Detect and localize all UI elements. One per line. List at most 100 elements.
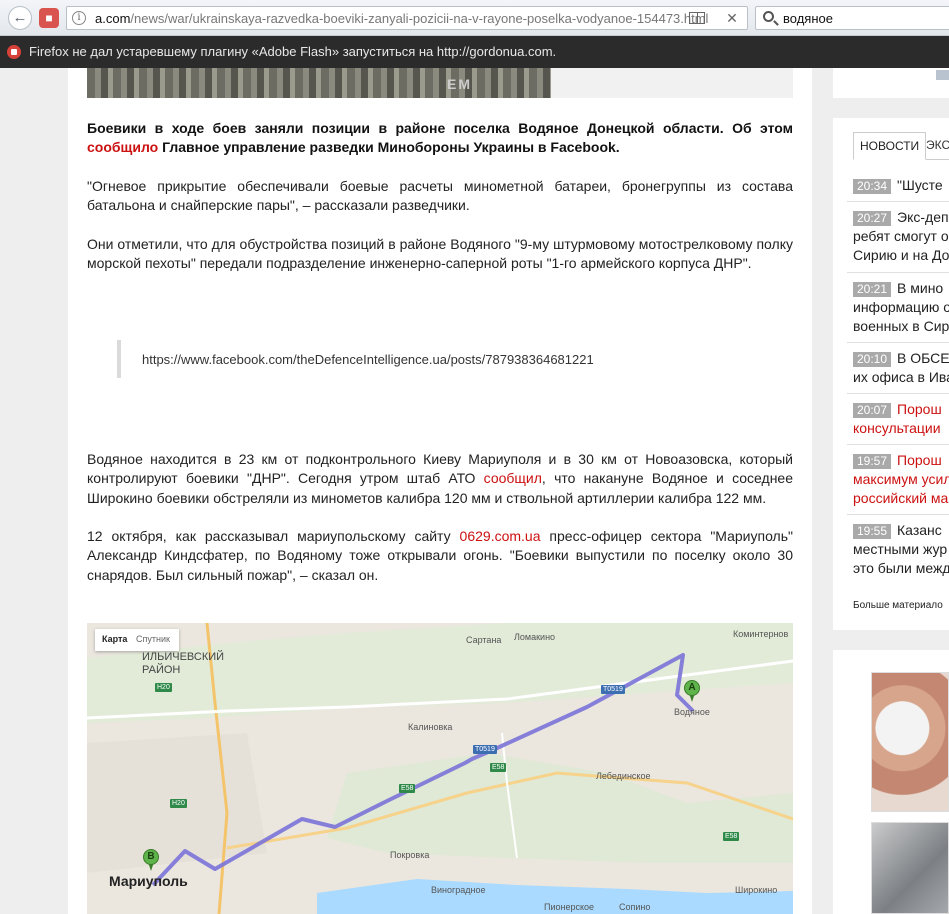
map-label-vodyanoe: Водяное <box>674 707 710 717</box>
news-item[interactable]: 20:07 Порош консультации <box>853 400 949 438</box>
notification-text: Firefox не дал устаревшему плагину «Adob… <box>29 44 557 59</box>
map-label-sartana: Сартана <box>466 635 502 645</box>
reader-view-icon[interactable] <box>689 12 705 24</box>
info-icon[interactable]: i <box>72 11 86 25</box>
promo-image-1[interactable] <box>871 672 949 812</box>
map-label-lomakino: Ломакино <box>514 632 556 642</box>
quote-bar <box>117 340 121 378</box>
article-photo: EM <box>87 68 551 98</box>
paragraph-3: Водяное находится в 23 км от подконтроль… <box>87 450 793 508</box>
news-title-line: военных в Сир <box>853 318 949 334</box>
news-title-line: информацию о <box>853 299 949 315</box>
map-label-shirokino: Широкино <box>735 885 778 895</box>
search-bar[interactable]: водяное <box>755 6 949 30</box>
map-label-mariupol: Мариуполь <box>109 873 188 889</box>
news-title-line: это были межд <box>853 560 949 576</box>
news-item[interactable]: 19:57 Порош максимум усил российский ма <box>853 451 949 508</box>
map-type-control: Карта Спутник <box>95 629 179 651</box>
paragraph-4: 12 октября, как рассказывал мариупольско… <box>87 527 793 585</box>
map-label-pionerskoe: Пионерское <box>544 902 595 912</box>
map-label-kalinovka: Калиновка <box>408 722 453 732</box>
news-time: 19:55 <box>853 524 892 539</box>
paragraph-1: "Огневое прикрытие обеспечивали боевые р… <box>87 178 793 214</box>
news-time: 19:57 <box>853 454 892 469</box>
map-marker-b[interactable]: B <box>143 849 159 871</box>
news-time: 20:10 <box>853 352 892 367</box>
back-arrow-icon[interactable]: ← <box>8 6 32 30</box>
news-item[interactable]: 19:55 Казанс местными жур это были межд <box>853 521 949 578</box>
search-icon[interactable] <box>763 11 774 22</box>
more-materials-link[interactable]: Больше материало <box>853 600 943 611</box>
news-title: Порош <box>897 452 942 468</box>
close-icon[interactable]: ✕ <box>723 9 741 27</box>
promo-panel <box>833 650 949 914</box>
marker-a-label: A <box>684 680 700 696</box>
road-badge: T0519 <box>473 745 497 754</box>
news-divider <box>847 393 949 394</box>
plugin-icon[interactable]: ■ <box>39 8 59 28</box>
road-badge: E58 <box>723 832 740 841</box>
news-title-line: их офиса в Ива <box>853 369 949 385</box>
map-marker-a[interactable]: A <box>684 680 700 702</box>
road-badge: E58 <box>490 763 507 772</box>
lead-paragraph: Боевики в ходе боев заняли позиции в рай… <box>87 119 793 158</box>
lead-text: Боевики в ходе боев заняли позиции в рай… <box>87 120 793 136</box>
news-item[interactable]: 20:10 В ОБСЕ их офиса в Ива <box>853 349 949 387</box>
plugin-notification-bar: Firefox не дал устаревшему плагину «Adob… <box>0 36 949 68</box>
map-label-district: ИЛЬИЧЕВСКИЙ РАЙОН <box>142 651 225 676</box>
news-time: 20:34 <box>853 179 892 194</box>
news-title-line: местными жур <box>853 541 948 557</box>
news-title-line: ребят смогут о <box>853 228 949 244</box>
promo-image-2[interactable] <box>871 822 949 914</box>
news-title: Казанс <box>897 522 942 538</box>
news-divider <box>847 342 949 343</box>
news-title-line: максимум усил <box>853 471 949 487</box>
url-path: /news/war/ukrainskaya-razvedka-boeviki-z… <box>130 11 709 26</box>
url-bar[interactable]: i a.com/news/war/ukrainskaya-razvedka-bo… <box>66 6 748 30</box>
map-label-kominternovo: Коминтернов <box>733 629 789 639</box>
news-divider <box>847 272 949 273</box>
lead-source-link[interactable]: сообщило <box>87 139 158 155</box>
url-text[interactable]: a.com/news/war/ukrainskaya-razvedka-boev… <box>95 11 708 26</box>
facebook-post-link[interactable]: https://www.facebook.com/theDefenceIntel… <box>142 352 594 367</box>
tab-news[interactable]: НОВОСТИ <box>853 132 927 160</box>
p4-text-a: 12 октября, как рассказывал мариупольско… <box>87 528 460 544</box>
road-badge: H20 <box>155 683 172 692</box>
marker-b-label: B <box>143 849 159 865</box>
news-time: 20:27 <box>853 211 892 226</box>
news-title-line: консультации <box>853 420 941 436</box>
news-item[interactable]: 20:21 В мино информацию о военных в Сир <box>853 279 949 336</box>
map-type-satellite-button[interactable]: Спутник <box>136 634 170 644</box>
news-divider <box>847 201 949 202</box>
map-label-sopino: Сопино <box>619 902 651 912</box>
search-input[interactable]: водяное <box>783 11 833 26</box>
lead-end: Главное управление разведки Минобороны У… <box>158 139 620 156</box>
sidebar-thumbnail[interactable] <box>936 70 949 80</box>
news-time: 20:21 <box>853 282 892 297</box>
photo-background <box>551 68 793 98</box>
url-host: a.com <box>95 11 131 26</box>
news-item[interactable]: 20:34 "Шусте <box>853 176 949 195</box>
news-title: Экс-деп <box>897 209 949 225</box>
p3-source-link[interactable]: сообщил <box>484 470 542 486</box>
news-title: Порош <box>897 401 942 417</box>
news-title-line: Сирию и на До <box>853 247 949 263</box>
news-title: В мино <box>897 280 944 296</box>
news-title: "Шусте <box>897 177 943 193</box>
news-time: 20:07 <box>853 403 892 418</box>
news-title: В ОБСЕ <box>897 350 949 366</box>
plugin-blocked-icon[interactable] <box>7 45 21 59</box>
map-type-map-button[interactable]: Карта <box>102 634 127 644</box>
news-tabs: НОВОСТИ ЭКС <box>853 132 949 160</box>
browser-toolbar: ← ■ i a.com/news/war/ukrainskaya-razvedk… <box>0 0 949 36</box>
route-map[interactable]: Карта Спутник ИЛЬИЧЕВСКИЙ РАЙОН Сартана … <box>87 623 793 914</box>
p4-site-link[interactable]: 0629.com.ua <box>460 528 541 544</box>
news-divider <box>847 444 949 445</box>
map-label-pokrovka: Покровка <box>390 850 430 860</box>
map-label-vinogradnoe: Виноградное <box>431 885 486 895</box>
article: EM Боевики в ходе боев заняли позиции в … <box>68 68 812 914</box>
tab-exclusive[interactable]: ЭКС <box>920 132 949 160</box>
road-badge: E58 <box>399 784 416 793</box>
photo-watermark: EM <box>447 76 472 92</box>
news-item[interactable]: 20:27 Экс-деп ребят смогут о Сирию и на Д… <box>853 208 949 265</box>
